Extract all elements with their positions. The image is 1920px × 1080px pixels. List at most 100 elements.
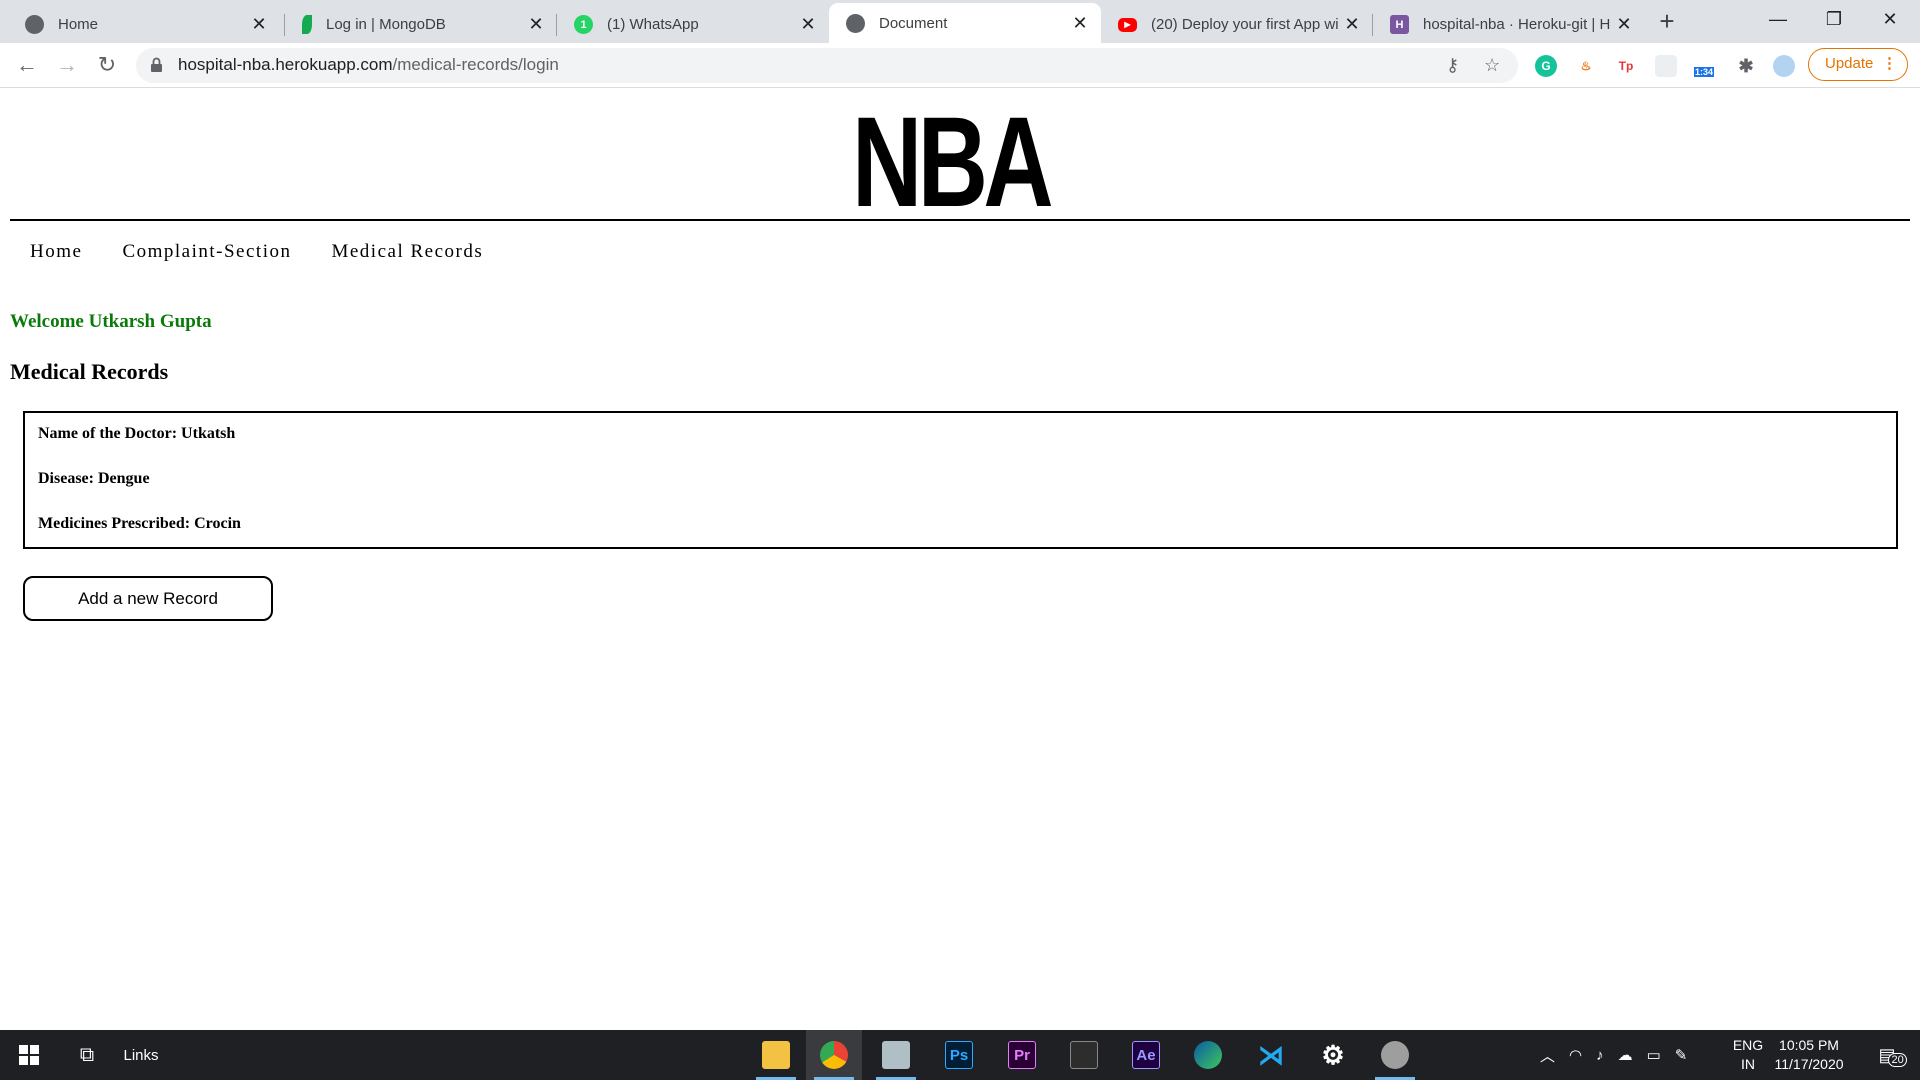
settings-icon[interactable]: ⚙ (1305, 1030, 1361, 1080)
premiere-icon[interactable]: Pr (994, 1030, 1050, 1080)
forward-icon[interactable]: → (51, 49, 83, 81)
header-divider (10, 219, 1910, 221)
browser-tab-active[interactable]: Document ✕ (829, 3, 1101, 43)
close-tab-icon[interactable]: ✕ (250, 14, 268, 35)
update-label: Update (1825, 55, 1874, 72)
file-explorer-icon[interactable] (748, 1030, 804, 1080)
nav-medical-records-link[interactable]: Medical Records (331, 241, 483, 263)
close-tab-icon[interactable]: ✕ (1343, 14, 1361, 35)
photos-logo-icon (882, 1041, 910, 1069)
close-tab-icon[interactable]: ✕ (1615, 14, 1633, 35)
region-code: IN (1741, 1056, 1755, 1072)
close-tab-icon[interactable]: ✕ (1071, 13, 1089, 34)
browser-tab[interactable]: Home ✕ (8, 6, 280, 43)
installer-icon[interactable] (1367, 1030, 1423, 1080)
lock-icon (151, 57, 162, 72)
vscode-icon[interactable]: ⋊ (1243, 1030, 1299, 1080)
browser-tab[interactable]: ▶ (20) Deploy your first App wi ✕ (1101, 6, 1373, 43)
pr-label: Pr (1008, 1041, 1036, 1069)
close-tab-icon[interactable]: ✕ (527, 14, 545, 35)
onedrive-icon[interactable]: ☁ (1618, 1046, 1633, 1064)
minimize-icon[interactable]: — (1750, 0, 1806, 40)
record-doctor: Name of the Doctor: Utkatsh (38, 425, 236, 442)
page-content: NBA Home Complaint-Section Medical Recor… (0, 89, 1920, 1029)
whatsapp-icon: 1 (574, 15, 593, 34)
pen-icon[interactable]: ✎ (1675, 1046, 1688, 1064)
ae-label: Ae (1132, 1041, 1160, 1069)
edge-icon[interactable] (1180, 1030, 1236, 1080)
chrome-icon[interactable] (806, 1030, 862, 1080)
medical-record-card: Name of the Doctor: Utkatsh Disease: Den… (23, 411, 1898, 549)
app-logo-icon (1070, 1041, 1098, 1069)
restore-icon[interactable]: ❐ (1806, 0, 1862, 40)
tab-title: Log in | MongoDB (326, 16, 446, 33)
url-text: hospital-nba.herokuapp.com/medical-recor… (178, 55, 559, 75)
update-button[interactable]: Update ⋮ (1808, 48, 1908, 81)
welcome-message: Welcome Utkarsh Gupta (10, 311, 212, 332)
new-tab-button[interactable]: + (1652, 7, 1682, 37)
notification-count: 20 (1888, 1052, 1907, 1067)
chrome-logo-icon (820, 1041, 848, 1069)
site-nav: Home Complaint-Section Medical Records (30, 241, 483, 263)
back-icon[interactable]: ← (11, 49, 43, 81)
tab-title: Document (879, 14, 948, 32)
edge-logo-icon (1194, 1041, 1222, 1069)
globe-icon (25, 15, 44, 34)
puzzle-extensions-icon[interactable]: ✱ (1735, 55, 1757, 77)
nav-complaint-section-link[interactable]: Complaint-Section (122, 241, 291, 263)
windows-logo-icon (19, 1045, 39, 1065)
gear-icon: ⚙ (1321, 1039, 1345, 1070)
grammarly-icon[interactable]: G (1535, 55, 1557, 77)
flame-extension-icon[interactable]: ♨ (1575, 55, 1597, 77)
tp-extension-icon[interactable]: Tp (1615, 55, 1637, 77)
language-indicator[interactable]: ENG IN (1728, 1036, 1768, 1074)
photos-icon[interactable] (868, 1030, 924, 1080)
notifications-icon[interactable]: ▤ 20 (1862, 1030, 1912, 1080)
ps-label: Ps (945, 1041, 973, 1069)
links-toolbar[interactable]: Links (116, 1030, 166, 1080)
battery-icon[interactable]: ▭ (1647, 1046, 1661, 1064)
clock-date: 11/17/2020 (1774, 1056, 1844, 1072)
volume-icon[interactable]: ♪ (1596, 1047, 1604, 1064)
url-host: hospital-nba.herokuapp.com (178, 55, 393, 74)
extension-icon[interactable] (1655, 55, 1677, 77)
chevron-up-icon[interactable]: ︿ (1540, 1045, 1555, 1066)
timer-extension-icon[interactable]: 1:34 (1693, 55, 1715, 77)
add-record-button[interactable]: Add a new Record (23, 576, 273, 621)
avatar[interactable] (1773, 55, 1795, 77)
menu-dots-icon: ⋮ (1882, 55, 1897, 72)
task-view-icon[interactable]: ⧉ (62, 1030, 112, 1080)
wifi-icon[interactable]: ◠ (1569, 1046, 1582, 1064)
address-bar[interactable]: hospital-nba.herokuapp.com/medical-recor… (136, 48, 1518, 83)
close-window-icon[interactable]: ✕ (1862, 0, 1918, 40)
lang-code: ENG (1732, 1037, 1764, 1053)
key-icon[interactable]: ⚷ (1446, 55, 1459, 76)
tab-title: hospital-nba · Heroku-git | H (1423, 16, 1611, 33)
browser-tab[interactable]: H hospital-nba · Heroku-git | H ✕ (1373, 6, 1645, 43)
bookmark-star-icon[interactable]: ☆ (1484, 55, 1500, 76)
tab-title: Home (58, 16, 99, 33)
tab-title: (20) Deploy your first App wi (1151, 16, 1339, 33)
after-effects-icon[interactable]: Ae (1118, 1030, 1174, 1080)
app-icon[interactable] (1056, 1030, 1112, 1080)
close-tab-icon[interactable]: ✕ (799, 14, 817, 35)
start-button[interactable] (0, 1030, 58, 1080)
clock-time: 10:05 PM (1779, 1037, 1839, 1053)
mongodb-leaf-icon (302, 15, 312, 34)
site-logo: NBA (852, 91, 1054, 234)
system-tray: ︿ ◠ ♪ ☁ ▭ ✎ (1540, 1030, 1687, 1080)
browser-tab[interactable]: Log in | MongoDB ✕ (285, 6, 557, 43)
youtube-icon: ▶ (1118, 17, 1137, 32)
photoshop-icon[interactable]: Ps (931, 1030, 987, 1080)
nav-home-link[interactable]: Home (30, 241, 82, 263)
timer-badge: 1:34 (1693, 67, 1714, 77)
folder-icon (762, 1041, 790, 1069)
url-path: /medical-records/login (392, 55, 559, 74)
record-disease: Disease: Dengue (38, 470, 150, 487)
clock[interactable]: 10:05 PM 11/17/2020 (1764, 1036, 1854, 1074)
browser-tab[interactable]: 1 (1) WhatsApp ✕ (557, 6, 829, 43)
reload-icon[interactable]: ↻ (91, 49, 123, 81)
installer-logo-icon (1381, 1041, 1409, 1069)
heroku-icon: H (1390, 15, 1409, 34)
record-medicines: Medicines Prescribed: Crocin (38, 515, 241, 532)
